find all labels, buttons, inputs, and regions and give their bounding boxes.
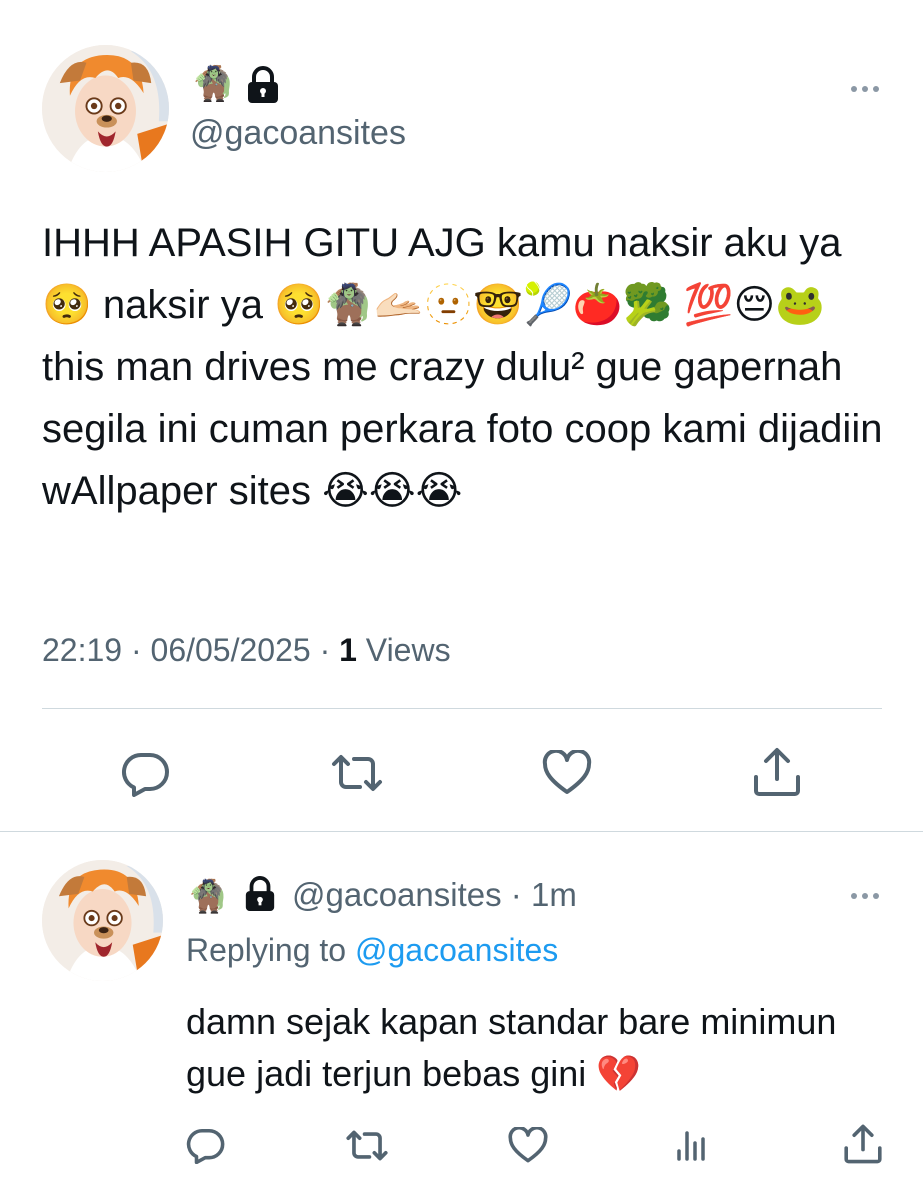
reply-user-handle[interactable]: @gacoansites [292,876,502,913]
reply-time[interactable]: 1m [531,876,577,913]
meta-separator: · [130,632,142,668]
section-divider [0,831,923,832]
retweet-icon[interactable] [330,753,384,793]
lock-icon [245,66,281,104]
meta-separator: · [319,632,331,668]
reply-icon[interactable] [121,749,171,797]
reply-handle-line: @gacoansites · 1m [292,876,577,914]
tweet-meta: 22:19 · 06/05/2025 · 1 Views [42,632,451,669]
meta-separator: · [510,876,522,913]
divider [42,708,882,709]
replying-to: Replying to @gacoansites [186,932,558,969]
tweet-text: IHHH APASIH GITU AJG kamu naksir aku ya … [42,221,894,513]
avatar-main[interactable] [42,45,169,172]
display-name-emoji: 🧌 [192,65,235,103]
avatar-image [42,860,163,981]
more-icon[interactable] [851,893,879,899]
views-icon[interactable] [675,1127,709,1161]
more-icon[interactable] [851,86,879,92]
lock-icon [243,876,277,912]
like-icon[interactable] [542,750,592,796]
user-handle[interactable]: @gacoansites [190,114,406,153]
replying-handle-link[interactable]: @gacoansites [355,932,558,968]
avatar-reply[interactable] [42,860,163,981]
replying-label: Replying to [186,932,347,968]
views-count: 1 [339,632,357,668]
views-label: Views [365,632,451,668]
share-icon[interactable] [752,747,802,797]
retweet-icon[interactable] [345,1129,389,1162]
reply-icon[interactable] [186,1126,226,1164]
avatar-image [42,45,169,172]
reply-display-name-emoji: 🧌 [188,878,228,914]
tweet-date[interactable]: 06/05/2025 [151,632,311,668]
reply-text: damn sejak kapan standar bare minimun gu… [186,1001,847,1094]
share-icon[interactable] [843,1124,883,1164]
like-icon[interactable] [508,1127,548,1164]
tweet-time[interactable]: 22:19 [42,632,122,668]
